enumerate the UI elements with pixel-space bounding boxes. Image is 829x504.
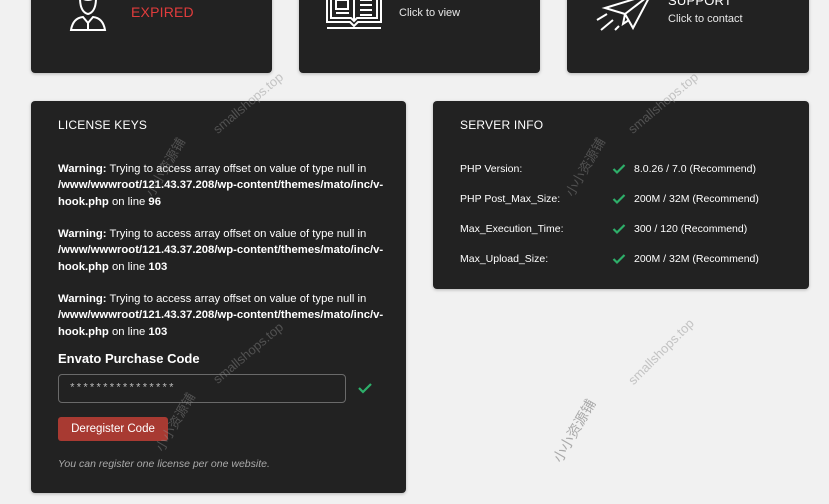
warning-path: /www/wwwroot/121.43.37.208/wp-content/th… (58, 179, 384, 208)
documentation-subtitle: Click to view (399, 7, 461, 19)
warning-line: 103 (148, 260, 168, 273)
php-warning: Warning: Trying to access array offset o… (58, 291, 388, 340)
warning-line: 103 (148, 325, 168, 338)
server-info-value: 300 / 120 (Recommend) (634, 223, 748, 235)
server-info-value: 200M / 32M (Recommend) (634, 193, 759, 205)
server-info-label: Max_Execution_Time: (460, 223, 564, 235)
check-icon (612, 194, 626, 205)
server-info-row: PHP Post_Max_Size: 200M / 32M (Recommend… (460, 191, 790, 209)
server-info-row: PHP Version: 8.0.26 / 7.0 (Recommend) (460, 161, 790, 179)
check-icon (612, 254, 626, 265)
license-status-text: EXPIRED (131, 4, 194, 20)
warning-line: 96 (148, 195, 161, 208)
warning-label: Warning: (58, 293, 107, 305)
warning-on-line: on line (108, 325, 149, 338)
check-icon (612, 164, 626, 175)
user-icon (69, 0, 107, 31)
server-info-row: Max_Execution_Time: 300 / 120 (Recommend… (460, 221, 790, 239)
server-info-title: SERVER INFO (460, 118, 544, 132)
check-icon (358, 383, 372, 394)
purchase-code-label: Envato Purchase Code (58, 351, 200, 366)
license-keys-title: LICENSE KEYS (58, 118, 148, 132)
server-info-label: PHP Version: (460, 163, 523, 175)
purchase-code-input[interactable] (58, 374, 346, 403)
warning-on-line: on line (108, 195, 149, 208)
php-warning: Warning: Trying to access array offset o… (58, 161, 388, 210)
watermark: 小小资源铺 (549, 396, 599, 465)
documentation-card[interactable]: Click to view (299, 0, 540, 73)
warning-on-line: on line (108, 260, 149, 273)
warning-label: Warning: (58, 228, 107, 240)
server-info-label: PHP Post_Max_Size: (460, 193, 561, 205)
support-subtitle: Click to contact (668, 13, 743, 25)
server-info-value: 8.0.26 / 7.0 (Recommend) (634, 163, 756, 175)
warning-message: Trying to access array offset on value o… (106, 228, 367, 240)
server-info-row: Max_Upload_Size: 200M / 32M (Recommend) (460, 251, 790, 269)
warning-label: Warning: (58, 163, 107, 175)
paper-plane-icon (596, 0, 649, 31)
watermark: smallshops.top (625, 315, 697, 388)
php-warning: Warning: Trying to access array offset o… (58, 226, 388, 275)
check-icon (612, 224, 626, 235)
server-info-value: 200M / 32M (Recommend) (634, 253, 759, 265)
support-title: SUPPORT (668, 0, 733, 8)
support-card[interactable]: SUPPORT Click to contact (567, 0, 809, 73)
warning-path: /www/wwwroot/121.43.37.208/wp-content/th… (58, 309, 384, 338)
server-info-label: Max_Upload_Size: (460, 253, 549, 265)
warning-message: Trying to access array offset on value o… (106, 293, 367, 305)
license-status-card: EXPIRED (31, 0, 272, 73)
license-hint: You can register one license per one web… (58, 458, 270, 470)
deregister-code-button[interactable]: Deregister Code (58, 417, 168, 441)
book-icon (326, 0, 382, 29)
warning-path: /www/wwwroot/121.43.37.208/wp-content/th… (58, 244, 384, 273)
license-keys-panel: LICENSE KEYS Warning: Trying to access a… (31, 101, 406, 493)
warning-message: Trying to access array offset on value o… (106, 163, 367, 175)
server-info-panel: SERVER INFO PHP Version: 8.0.26 / 7.0 (R… (433, 101, 809, 289)
